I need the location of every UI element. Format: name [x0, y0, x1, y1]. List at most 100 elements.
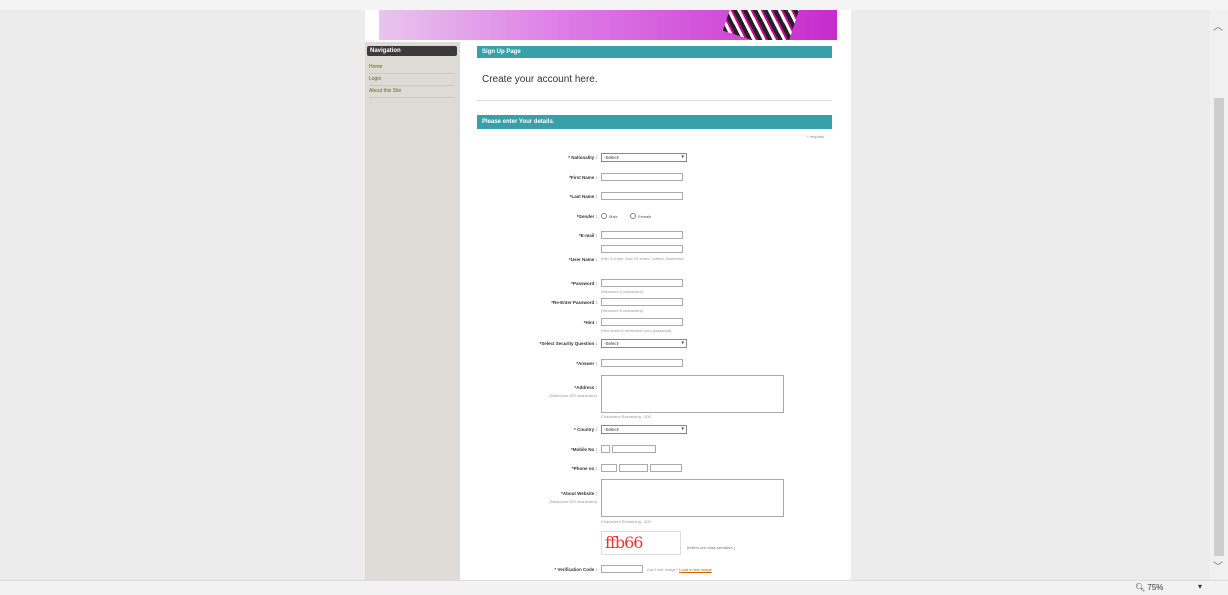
zoom-value: 75%	[1147, 583, 1164, 592]
nav-item-login[interactable]: Login	[369, 74, 454, 86]
security-question-row: *Select Security Question : -Select- ▾	[477, 338, 832, 352]
gender-male-label: Male	[609, 214, 618, 219]
last-name-row: *Last Name :	[477, 191, 832, 205]
email-input[interactable]	[601, 231, 683, 239]
verification-hint-wrap: Can't see image? Load a new image	[647, 567, 712, 572]
nationality-row: * Nationality : -Select- ▾	[477, 152, 832, 166]
address-textarea[interactable]	[601, 375, 784, 413]
last-name-label: *Last Name :	[569, 194, 597, 199]
address-sub: (Maximum 300 characters)	[549, 393, 597, 398]
retype-password-input[interactable]	[601, 298, 683, 306]
chevron-down-icon: ▾	[681, 154, 684, 160]
scrollbar-thumb[interactable]	[1214, 98, 1224, 556]
nationality-select[interactable]: -Select- ▾	[601, 153, 687, 162]
password-hint: (Minimum 6 characters)	[601, 289, 644, 294]
about-sub: (Maximum 300 characters)	[549, 499, 597, 504]
security-question-label: *Select Security Question :	[539, 341, 597, 346]
intro-text: Create your account here.	[482, 74, 598, 85]
nav-item-about[interactable]: About this Site	[369, 86, 454, 98]
hint-input[interactable]	[601, 318, 683, 326]
required-note: * required	[807, 134, 825, 139]
security-question-select[interactable]: -Select- ▾	[601, 339, 687, 348]
confirm-email-input[interactable]	[601, 245, 683, 253]
username-row: *User Name : (Min 3 chars. Max 20 chars.…	[477, 254, 832, 274]
sidebar: Navigation Home Login About this Site	[365, 42, 460, 580]
country-label: * Country :	[574, 427, 597, 432]
answer-label: *Answer :	[576, 361, 597, 366]
hint-hint: (Hint word to remember your password)	[601, 328, 672, 333]
address-row: *Address : (Maximum 300 characters) Char…	[477, 375, 832, 423]
zoom-dropdown-icon[interactable]: ▾	[1198, 582, 1202, 591]
last-name-input[interactable]	[601, 192, 683, 200]
retype-password-label: *Re-Enter Password :	[551, 300, 597, 305]
gender-female-radio[interactable]	[630, 213, 636, 219]
phone-area-input[interactable]	[619, 464, 648, 472]
address-counter: Characters Remaining : 300	[601, 414, 651, 419]
mobile-row: *Mobile No :	[477, 444, 832, 458]
email-row: *E-mail :	[477, 230, 832, 244]
answer-row: *Answer :	[477, 358, 832, 372]
retype-password-row: *Re-Enter Password : (Minimum 6 characte…	[477, 297, 832, 315]
about-row: *About Website : (Maximum 300 characters…	[477, 479, 832, 527]
phone-row: *Phone no :	[477, 463, 832, 477]
chevron-down-icon: ▾	[681, 340, 684, 346]
answer-input[interactable]	[601, 359, 683, 367]
country-select[interactable]: -Select- ▾	[601, 425, 687, 434]
verification-hint: Can't see image?	[647, 567, 679, 572]
new-image-link[interactable]: Load a new image	[679, 567, 712, 572]
email-label: *E-mail :	[578, 233, 597, 238]
gender-female-label: Female	[638, 214, 652, 219]
address-label: *Address :	[574, 385, 597, 390]
phone-country-input[interactable]	[601, 464, 617, 472]
about-textarea[interactable]	[601, 479, 784, 517]
captcha-row: ffb66 (letters are case-sensitive )	[477, 531, 832, 559]
verification-label: * Verification Code :	[554, 567, 597, 572]
verification-input[interactable]	[601, 565, 643, 573]
vertical-scrollbar[interactable]: ︿ ﹀	[1210, 10, 1228, 580]
verification-row: * Verification Code : Can't see image? L…	[477, 564, 832, 578]
retype-password-hint: (Minimum 6 characters)	[601, 308, 644, 313]
gender-row: *Gender : Male Female	[477, 211, 832, 225]
first-name-label: *First Name :	[569, 175, 597, 180]
navigation-title: Navigation	[367, 46, 457, 56]
mobile-number-input[interactable]	[612, 445, 656, 453]
nav-item-home[interactable]: Home	[369, 62, 454, 74]
gender-label: *Gender :	[576, 214, 597, 219]
nationality-label: * Nationality :	[568, 155, 597, 160]
section-title-bar: Sign Up Page	[477, 46, 832, 58]
first-name-input[interactable]	[601, 173, 683, 181]
captcha-case-note: (letters are case-sensitive )	[687, 545, 736, 550]
country-row: * Country : -Select- ▾	[477, 424, 832, 438]
password-input[interactable]	[601, 279, 683, 287]
mobile-code-input[interactable]	[601, 445, 610, 453]
browser-menu-bar	[0, 0, 1228, 10]
mobile-label: *Mobile No :	[571, 447, 597, 452]
username-hint: (Min 3 chars. Max 20 chars. Letters, Num…	[601, 256, 684, 261]
hint-label: *Hint :	[583, 320, 597, 325]
details-title-bar: Please enter Your details.	[477, 115, 832, 129]
username-label: *User Name :	[568, 257, 597, 262]
zoom-icon: 🔍︎	[1135, 583, 1146, 592]
chevron-down-icon[interactable]: ﹀	[1213, 558, 1223, 573]
phone-label: *Phone no :	[572, 466, 597, 471]
nationality-value: -Select-	[604, 155, 620, 160]
country-value: -Select-	[604, 427, 620, 432]
web-page: Navigation Home Login About this Site Si…	[365, 10, 851, 580]
divider	[477, 100, 832, 101]
captcha-text: ffb66	[605, 533, 643, 552]
status-bar: 🔍︎ 75% ▾	[0, 580, 1228, 595]
first-name-row: *First Name :	[477, 172, 832, 186]
password-label: *Password :	[571, 281, 597, 286]
hint-row: *Hint : (Hint word to remember your pass…	[477, 317, 832, 335]
phone-number-input[interactable]	[650, 464, 682, 472]
zoom-level[interactable]: 🔍︎ 75%	[1135, 583, 1163, 592]
chevron-up-icon[interactable]: ︿	[1213, 18, 1223, 33]
password-row: *Password : (Minimum 6 characters)	[477, 278, 832, 296]
site-banner	[379, 10, 837, 40]
captcha-image: ffb66	[601, 531, 681, 555]
gender-male-radio[interactable]	[601, 213, 607, 219]
chevron-down-icon: ▾	[681, 426, 684, 432]
security-question-value: -Select-	[604, 341, 620, 346]
about-counter: Characters Remaining : 300	[601, 519, 651, 524]
banner-image	[722, 10, 802, 40]
